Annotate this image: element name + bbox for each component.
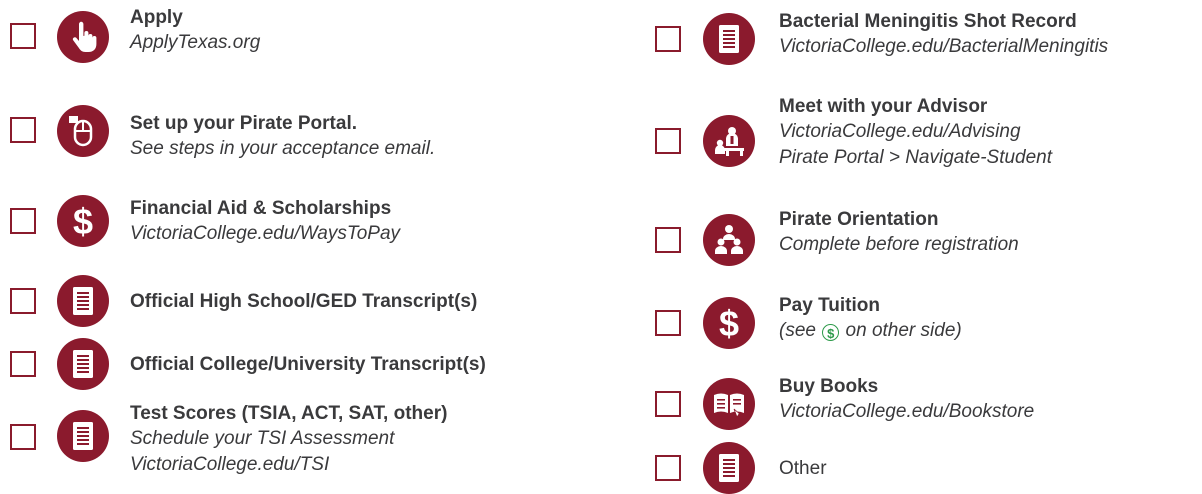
item-subtext: See steps in your acceptance email.	[130, 138, 436, 159]
group-icon	[703, 214, 755, 266]
item-link[interactable]: VictoriaCollege.edu/TSI	[130, 452, 447, 478]
item-title: Set up your Pirate Portal.	[130, 113, 357, 134]
item-title: Official College/University Transcript(s…	[130, 354, 486, 375]
note-text-after: on other side)	[840, 320, 962, 341]
document-icon	[703, 13, 755, 65]
item-link[interactable]: VictoriaCollege.edu/Advising	[779, 119, 1052, 145]
checkbox[interactable]	[655, 455, 681, 481]
mouse-icon	[57, 105, 109, 157]
dollar-circle-icon: $	[822, 324, 840, 341]
document-icon	[57, 338, 109, 390]
note-text-before: (see	[779, 320, 822, 341]
item-title: Test Scores (TSIA, ACT, SAT, other)	[130, 403, 448, 424]
svg-text:$: $	[73, 201, 93, 241]
item-title: Financial Aid & Scholarships	[130, 198, 392, 219]
document-icon	[57, 410, 109, 462]
item-title: Pirate Orientation	[779, 209, 939, 230]
item-link[interactable]: VictoriaCollege.edu/WaysToPay	[130, 221, 400, 247]
item-title: Other	[779, 458, 827, 479]
checkbox[interactable]	[10, 208, 36, 234]
advisor-icon	[703, 115, 755, 167]
dollar-icon: $	[57, 195, 109, 247]
item-subtext: Complete before registration	[779, 234, 1019, 255]
dollar-icon: $	[703, 297, 755, 349]
svg-text:$: $	[719, 303, 739, 343]
item-link[interactable]: VictoriaCollege.edu/Bookstore	[779, 399, 1034, 425]
item-subtext: Pirate Portal > Navigate-Student	[779, 147, 1053, 168]
document-icon	[703, 442, 755, 494]
checkbox[interactable]	[655, 391, 681, 417]
book-icon	[703, 378, 755, 430]
checkbox[interactable]	[10, 117, 36, 143]
checkbox[interactable]	[655, 128, 681, 154]
item-title: Official High School/GED Transcript(s)	[130, 291, 478, 312]
checkbox[interactable]	[10, 424, 36, 450]
checkbox[interactable]	[655, 227, 681, 253]
item-note: (see $ on other side)	[779, 318, 962, 344]
item-title: Bacterial Meningitis Shot Record	[779, 11, 1077, 32]
item-link[interactable]: ApplyTexas.org	[130, 30, 260, 56]
item-title: Meet with your Advisor	[779, 96, 988, 117]
item-link[interactable]: VictoriaCollege.edu/BacterialMeningitis	[779, 34, 1108, 60]
checkbox[interactable]	[10, 23, 36, 49]
checkbox[interactable]	[10, 288, 36, 314]
hand-pointer-icon	[57, 11, 109, 63]
checkbox[interactable]	[10, 351, 36, 377]
checkbox[interactable]	[655, 26, 681, 52]
item-title: Pay Tuition	[779, 295, 880, 316]
item-title: Buy Books	[779, 376, 879, 397]
item-title: Apply	[130, 7, 183, 28]
item-subtext: Schedule your TSI Assessment	[130, 428, 395, 449]
document-icon	[57, 275, 109, 327]
checkbox[interactable]	[655, 310, 681, 336]
